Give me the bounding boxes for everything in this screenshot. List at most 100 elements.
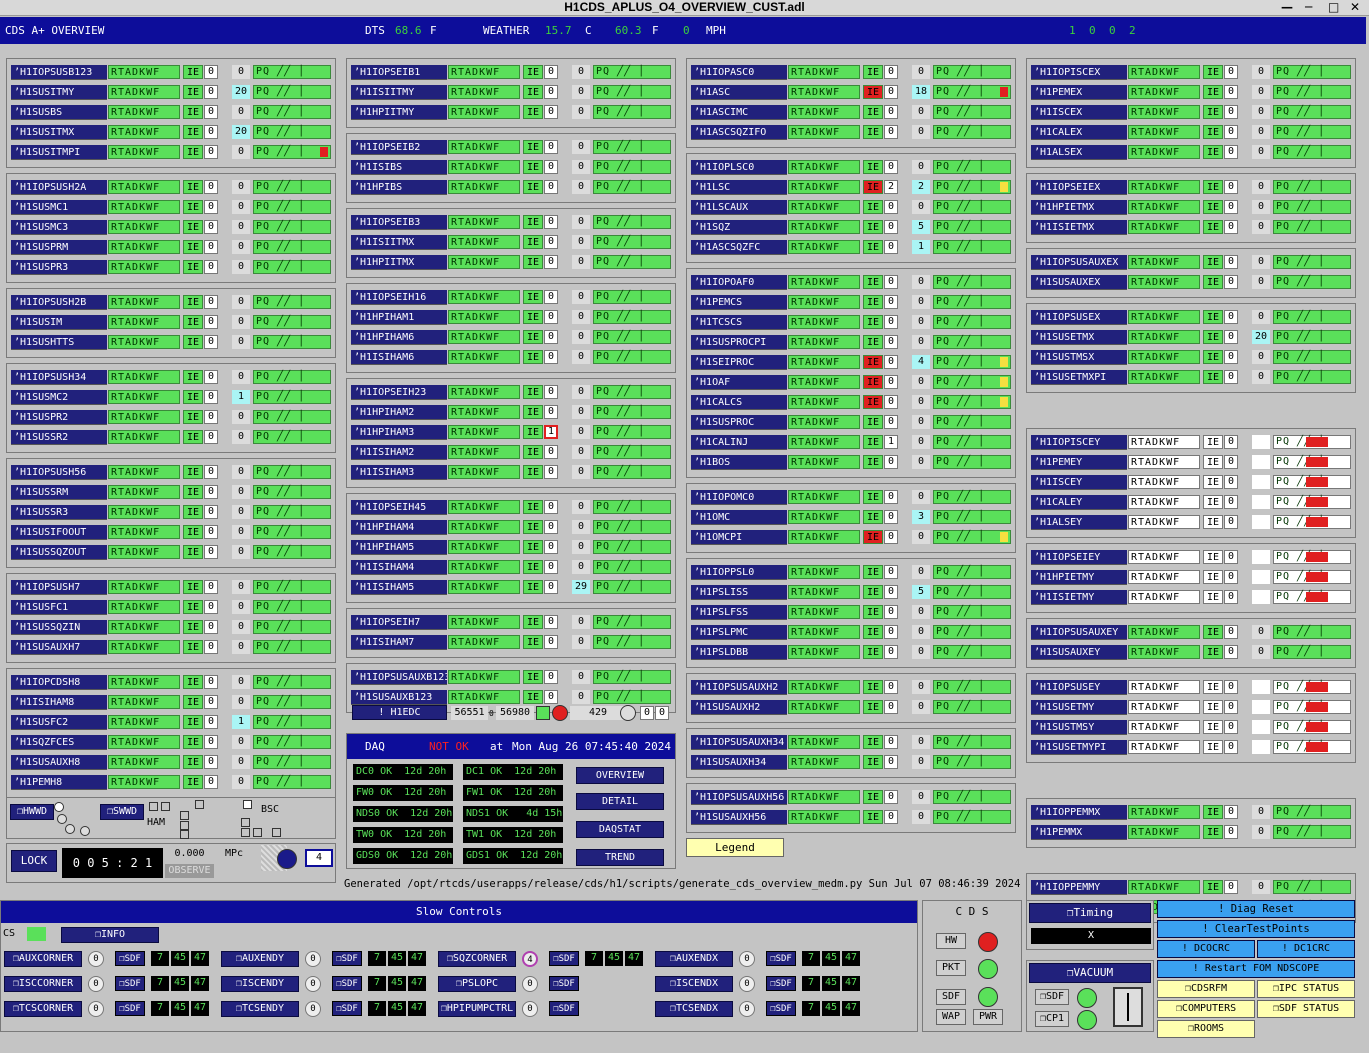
model-name-button[interactable]: ’H1SUSFC1 [11, 600, 107, 615]
model-name-button[interactable]: ’H1SUSAUXEY [1031, 645, 1127, 660]
model-name-button[interactable]: ’H1SUSIFOOUT [11, 525, 107, 540]
model-name-button[interactable]: ’H1SUSIM [11, 315, 107, 330]
model-name-button[interactable]: ’H1OAF [691, 375, 787, 390]
model-name-button[interactable]: ’H1IOPLSC0 [691, 160, 787, 175]
restore-icon[interactable]: ─ [1305, 0, 1312, 15]
pkt-button[interactable]: PKT [936, 960, 966, 976]
edc-button[interactable]: ! H1EDC [352, 705, 447, 720]
model-name-button[interactable]: ’H1SUSFC2 [11, 715, 107, 730]
model-name-button[interactable]: ’H1IOPPEMMY [1031, 880, 1127, 895]
model-name-button[interactable]: ’H1SUSSQZOUT [11, 545, 107, 560]
slow-control-button[interactable]: ❐ISCCORNER [4, 976, 82, 992]
model-name-button[interactable]: ’H1IOPSUSAUXEY [1031, 625, 1127, 640]
model-name-button[interactable]: ’H1ISIITMY [351, 85, 447, 100]
model-name-button[interactable]: ’H1LSCAUX [691, 200, 787, 215]
model-name-button[interactable]: ’H1PEMH8 [11, 775, 107, 790]
model-name-button[interactable]: ’H1SUSPR3 [11, 260, 107, 275]
model-name-button[interactable]: ’H1BOS [691, 455, 787, 470]
maximize-icon[interactable]: □ [1328, 0, 1339, 15]
model-name-button[interactable]: ’H1HPIITMX [351, 255, 447, 270]
model-name-button[interactable]: ’H1IOPSUSH2A [11, 180, 107, 195]
sdf-button[interactable]: ❐SDF [332, 976, 362, 991]
model-name-button[interactable]: ’H1ISIBS [351, 160, 447, 175]
model-name-button[interactable]: ’H1IOPSUSAUXB123 [351, 670, 447, 685]
model-name-button[interactable]: ’H1ISIHAM8 [11, 695, 107, 710]
model-name-button[interactable]: ’H1SUSETMY [1031, 700, 1127, 715]
model-name-button[interactable]: ’H1SUSITMX [11, 125, 107, 140]
hw-button[interactable]: HW [936, 933, 966, 949]
model-name-button[interactable]: ’H1SUSAUXH56 [691, 810, 787, 825]
model-name-button[interactable]: ’H1IOPSEIH45 [351, 500, 447, 515]
model-name-button[interactable]: ’H1SUSPRM [11, 240, 107, 255]
swwd-button[interactable]: ❐SWWD [100, 804, 144, 820]
lock-button[interactable]: LOCK [11, 850, 57, 872]
model-name-button[interactable]: ’H1ISCEY [1031, 475, 1127, 490]
sdf-status-button[interactable]: ❐SDF STATUS [1257, 1000, 1355, 1018]
detail-button[interactable]: DETAIL [576, 793, 664, 810]
clear-testpoints-button[interactable]: ! ClearTestPoints [1157, 920, 1355, 938]
model-name-button[interactable]: ’H1IOPPEMMX [1031, 805, 1127, 820]
sdf-button[interactable]: ❐SDF [549, 951, 579, 966]
model-name-button[interactable]: ’H1SUSMC2 [11, 390, 107, 405]
model-name-button[interactable]: ’H1ALSEX [1031, 145, 1127, 160]
model-name-button[interactable]: ’H1ISIHAM2 [351, 445, 447, 460]
slow-control-button[interactable]: ❐TCSENDY [221, 1001, 299, 1017]
model-name-button[interactable]: ’H1IOPSUSAUXH34 [691, 735, 787, 750]
pwr-button[interactable]: PWR [973, 1009, 1003, 1025]
model-name-button[interactable]: ’H1SUSTMSY [1031, 720, 1127, 735]
computers-button[interactable]: ❐COMPUTERS [1157, 1000, 1255, 1018]
model-name-button[interactable]: ’H1IOPISCEX [1031, 65, 1127, 80]
cdsrfm-button[interactable]: ❐CDSRFM [1157, 980, 1255, 998]
model-name-button[interactable]: ’H1ASCIMC [691, 105, 787, 120]
model-name-button[interactable]: ’H1SUSSR3 [11, 505, 107, 520]
vacuum-button[interactable]: ❐VACUUM [1029, 963, 1151, 983]
model-name-button[interactable]: ’H1PSLPMC [691, 625, 787, 640]
sdf-button[interactable]: ❐SDF [549, 976, 579, 991]
model-name-button[interactable]: ’H1SUSHTTS [11, 335, 107, 350]
rooms-button[interactable]: ❐ROOMS [1157, 1020, 1255, 1038]
model-name-button[interactable]: ’H1CALINJ [691, 435, 787, 450]
model-name-button[interactable]: ’H1SUSSRM [11, 485, 107, 500]
model-name-button[interactable]: ’H1SUSETMXPI [1031, 370, 1127, 385]
close-icon[interactable]: ✕ [1350, 0, 1360, 15]
model-name-button[interactable]: ’H1CALEY [1031, 495, 1127, 510]
slow-control-button[interactable]: ❐ISCENDX [655, 976, 733, 992]
model-name-button[interactable]: ’H1IOPSEIH7 [351, 615, 447, 630]
model-name-button[interactable]: ’H1IOPASC0 [691, 65, 787, 80]
model-name-button[interactable]: ’H1IOPCDSH8 [11, 675, 107, 690]
model-name-button[interactable]: ’H1ISIHAM5 [351, 580, 447, 595]
model-name-button[interactable]: ’H1HPIHAM4 [351, 520, 447, 535]
model-name-button[interactable]: ’H1TCSCS [691, 315, 787, 330]
model-name-button[interactable]: ’H1SQZ [691, 220, 787, 235]
model-name-button[interactable]: ’H1ISIHAM4 [351, 560, 447, 575]
model-name-button[interactable]: ’H1ISCEX [1031, 105, 1127, 120]
model-name-button[interactable]: ’H1ASCSQZIFO [691, 125, 787, 140]
sdf-button[interactable]: ❐SDF [766, 976, 796, 991]
model-name-button[interactable]: ’H1IOPSUSH34 [11, 370, 107, 385]
model-name-button[interactable]: ’H1OMC [691, 510, 787, 525]
model-name-button[interactable]: ’H1HPIHAM1 [351, 310, 447, 325]
model-name-button[interactable]: ’H1SUSPROCPI [691, 335, 787, 350]
model-name-button[interactable]: ’H1IOPSUSH56 [11, 465, 107, 480]
slow-control-button[interactable]: ❐AUXENDY [221, 951, 299, 967]
model-name-button[interactable]: ’H1IOPSEIH23 [351, 385, 447, 400]
sdf-button[interactable]: SDF [936, 989, 966, 1005]
model-name-button[interactable]: ’H1HPIHAM2 [351, 405, 447, 420]
slow-control-button[interactable]: ❐TCSENDX [655, 1001, 733, 1017]
model-name-button[interactable]: ’H1PSLFSS [691, 605, 787, 620]
model-name-button[interactable]: ’H1IOPSEIEY [1031, 550, 1127, 565]
slow-control-button[interactable]: ❐ISCENDY [221, 976, 299, 992]
model-name-button[interactable]: ’H1HPIITMY [351, 105, 447, 120]
sdf-button[interactable]: ❐SDF [549, 1001, 579, 1016]
model-name-button[interactable]: ’H1ISIETMX [1031, 220, 1127, 235]
minimize-icon[interactable]: — [1281, 0, 1293, 15]
model-name-button[interactable]: ’H1ISIITMX [351, 235, 447, 250]
model-name-button[interactable]: ’H1SUSAUXH8 [11, 755, 107, 770]
model-name-button[interactable]: ’H1PEMCS [691, 295, 787, 310]
model-name-button[interactable]: ’H1SUSITMY [11, 85, 107, 100]
model-name-button[interactable]: ’H1IOPSUSAUXEX [1031, 255, 1127, 270]
daqstat-button[interactable]: DAQSTAT [576, 821, 664, 838]
dcocrc-button[interactable]: ! DCOCRC [1157, 940, 1255, 958]
model-name-button[interactable]: ’H1IOPSUSH7 [11, 580, 107, 595]
slow-control-button[interactable]: ❐AUXCORNER [4, 951, 82, 967]
